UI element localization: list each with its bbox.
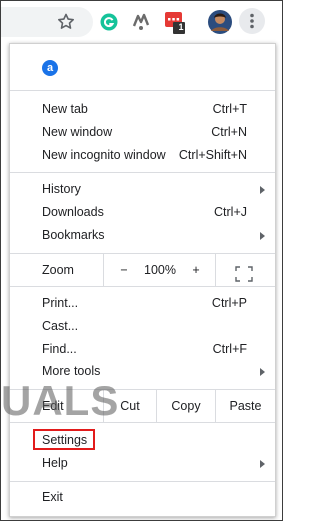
fullscreen-icon[interactable]	[232, 262, 256, 282]
menu-item-label: More tools	[42, 364, 101, 378]
notification-extension-icon[interactable]: 1	[163, 10, 187, 34]
menu-item-label: Bookmarks	[42, 228, 105, 242]
menu-item-downloads[interactable]: Downloads Ctrl+J	[10, 201, 275, 223]
menu-item-shortcut: Ctrl+Shift+N	[178, 148, 247, 162]
edit-row: Edit Cut Copy Paste	[10, 390, 275, 422]
profile-avatar[interactable]	[207, 9, 233, 35]
menu-separator	[10, 422, 275, 423]
menu-separator	[10, 286, 275, 287]
submenu-arrow-icon	[260, 186, 265, 194]
menu-item-bookmarks[interactable]: Bookmarks	[10, 224, 275, 246]
menu-item-shortcut: Ctrl+P	[211, 296, 247, 310]
extension-icon[interactable]	[129, 10, 153, 34]
star-icon[interactable]	[54, 10, 78, 34]
menu-item-shortcut: Ctrl+J	[214, 205, 247, 219]
edit-label: Edit	[42, 399, 64, 413]
menu-item-label: Exit	[42, 490, 63, 504]
menu-item-new-tab[interactable]: New tab Ctrl+T	[10, 98, 275, 120]
menu-divider	[103, 254, 104, 286]
menu-separator	[10, 172, 275, 173]
submenu-arrow-icon	[260, 460, 265, 468]
notification-badge: 1	[178, 22, 184, 32]
menu-separator	[10, 481, 275, 482]
menu-item-more-tools[interactable]: More tools	[10, 360, 275, 382]
paste-button[interactable]: Paste	[216, 390, 275, 422]
grammarly-extension-icon[interactable]	[97, 10, 121, 34]
menu-item-shortcut: Ctrl+N	[211, 125, 247, 139]
menu-separator	[10, 90, 275, 91]
menu-item-label: New window	[42, 125, 113, 139]
zoom-out-button[interactable]: −	[114, 254, 134, 286]
copy-button[interactable]: Copy	[157, 390, 215, 422]
menu-item-label: Help	[42, 456, 68, 470]
menu-item-label: Downloads	[42, 205, 104, 219]
menu-item-label: New incognito window	[42, 148, 166, 162]
menu-item-print[interactable]: Print... Ctrl+P	[10, 292, 275, 314]
browser-toolbar: 1	[1, 1, 282, 43]
menu-item-cast[interactable]: Cast...	[10, 315, 275, 337]
cut-button[interactable]: Cut	[104, 390, 156, 422]
menu-item-find[interactable]: Find... Ctrl+F	[10, 338, 275, 360]
menu-item-help[interactable]: Help	[10, 452, 275, 474]
menu-item-label: History	[42, 182, 81, 196]
zoom-in-button[interactable]: +	[186, 254, 206, 286]
menu-item-label: Print...	[42, 296, 79, 310]
menu-item-shortcut: Ctrl+F	[212, 342, 247, 356]
zoom-level: 100%	[144, 263, 176, 277]
menu-item-shortcut: Ctrl+T	[212, 102, 247, 116]
menu-item-history[interactable]: History	[10, 178, 275, 200]
more-vert-icon[interactable]	[239, 8, 265, 34]
menu-item-label: Find...	[42, 342, 77, 356]
zoom-row: Zoom − 100% +	[10, 254, 275, 286]
menu-item-exit[interactable]: Exit	[10, 486, 275, 508]
zoom-label: Zoom	[42, 263, 74, 277]
menu-item-new-window[interactable]: New window Ctrl+N	[10, 121, 275, 143]
amazon-assistant-icon[interactable]: a	[42, 60, 58, 76]
browser-window: 1 a New tab Ctrl+T New window Ctrl+N New…	[0, 0, 283, 521]
menu-item-label: Cast...	[42, 319, 79, 333]
menu-divider	[215, 254, 216, 286]
settings-highlight-box	[33, 429, 95, 450]
submenu-arrow-icon	[260, 368, 265, 376]
menu-item-new-incognito-window[interactable]: New incognito window Ctrl+Shift+N	[10, 144, 275, 166]
submenu-arrow-icon	[260, 232, 265, 240]
omnibox[interactable]	[1, 7, 93, 37]
menu-item-label: New tab	[42, 102, 88, 116]
